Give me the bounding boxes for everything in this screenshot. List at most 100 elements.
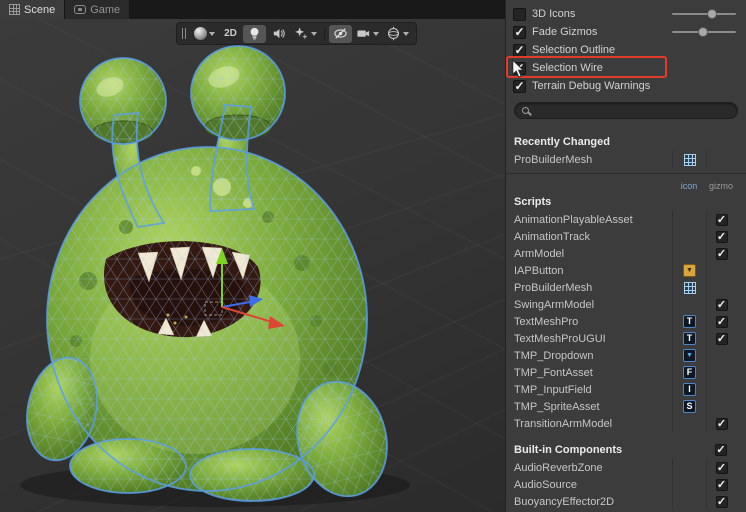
tmp-sprite-icon[interactable]: S: [683, 400, 696, 413]
row-label: BuoyancyEffector2D: [514, 495, 615, 508]
row-textmeshpro[interactable]: TextMeshPro T: [506, 313, 746, 330]
row-buoyancyeffector2d[interactable]: BuoyancyEffector2D: [506, 493, 746, 510]
probuilder-grid-icon[interactable]: [683, 281, 696, 294]
row-textmeshprougui[interactable]: TextMeshProUGUI T: [506, 330, 746, 347]
camera-menu-button[interactable]: [353, 25, 382, 43]
tab-scene[interactable]: Scene: [0, 0, 66, 19]
2d-toggle-button[interactable]: 2D: [219, 25, 242, 43]
row-transitionarmmodel[interactable]: TransitionArmModel: [506, 415, 746, 432]
gizmo-checkbox[interactable]: [715, 495, 728, 508]
scene-grid-icon: [9, 4, 20, 15]
iap-button-icon[interactable]: ▼: [683, 264, 696, 277]
3d-icons-size-slider[interactable]: [672, 9, 736, 19]
fade-gizmos-slider[interactable]: [672, 27, 736, 37]
scene-viewport[interactable]: 2D: [0, 19, 505, 512]
column-headers: icon gizmo: [506, 179, 746, 192]
row-label: TMP_InputField: [514, 383, 592, 396]
checkbox-fade-gizmos[interactable]: [513, 25, 526, 39]
overlay-drag-handle[interactable]: [182, 28, 186, 39]
row-audioreverbzone[interactable]: AudioReverbZone: [506, 459, 746, 476]
scene-render: [0, 19, 505, 512]
row-label: AudioReverbZone: [514, 461, 603, 474]
icon-cell: [672, 415, 706, 432]
icon-cell: [672, 211, 706, 228]
gizmo-checkbox[interactable]: [715, 298, 728, 311]
row-probuildermesh[interactable]: ProBuilderMesh: [506, 279, 746, 296]
gizmo-checkbox[interactable]: [715, 230, 728, 243]
effects-menu-button[interactable]: [291, 25, 320, 43]
row-label: TextMeshPro: [514, 315, 579, 328]
toggle-row-3d-icons[interactable]: 3D Icons: [506, 5, 746, 23]
row-label: AnimationPlayableAsset: [514, 213, 633, 226]
builtin-gizmo-checkbox[interactable]: [715, 443, 727, 456]
speaker-icon: [273, 28, 285, 39]
toggle-row-fade-gizmos[interactable]: Fade Gizmos: [506, 23, 746, 41]
gizmo-cell: [706, 279, 736, 296]
gizmo-checkbox[interactable]: [715, 213, 728, 226]
camera-icon: [357, 30, 370, 37]
draw-mode-button[interactable]: [191, 25, 218, 43]
gizmo-cell: [706, 398, 736, 415]
search-bar: [514, 102, 738, 119]
icon-cell: [672, 228, 706, 245]
slider-thumb[interactable]: [697, 27, 708, 37]
gizmo-cell: [706, 364, 736, 381]
section-title: Built-in Components: [514, 443, 623, 456]
gizmo-cell: [706, 381, 736, 398]
checkbox-selection-outline[interactable]: [513, 43, 526, 57]
checkbox-terrain-debug-warnings[interactable]: [513, 79, 526, 93]
row-tmp-fontasset[interactable]: TMP_FontAsset F: [506, 364, 746, 381]
globe-crosshair-icon: [388, 26, 399, 41]
textmeshpro-icon[interactable]: T: [683, 315, 696, 328]
selection-wireframe: [17, 46, 399, 506]
row-armmodel[interactable]: ArmModel: [506, 245, 746, 262]
checkbox-3d-icons[interactable]: [513, 7, 526, 21]
gizmo-checkbox[interactable]: [715, 417, 728, 430]
2d-label: 2D: [224, 28, 237, 39]
toggle-row-selection-wire[interactable]: Selection Wire: [506, 59, 746, 77]
toggle-label: Terrain Debug Warnings: [532, 80, 651, 92]
tab-game[interactable]: Game: [65, 0, 131, 19]
scene-visibility-toggle-button[interactable]: [329, 24, 352, 43]
icon-cell: [672, 459, 706, 476]
row-label: ProBuilderMesh: [514, 281, 593, 294]
gizmo-checkbox[interactable]: [715, 247, 728, 260]
slider-thumb[interactable]: [706, 9, 717, 19]
section-title: Scripts: [514, 195, 552, 208]
gizmo-checkbox[interactable]: [715, 332, 728, 345]
row-tmp-spriteasset[interactable]: TMP_SpriteAsset S: [506, 398, 746, 415]
gizmo-checkbox[interactable]: [715, 315, 728, 328]
gizmo-checkbox[interactable]: [715, 478, 728, 491]
checkbox-selection-wire[interactable]: [513, 61, 526, 75]
audio-toggle-button[interactable]: [267, 25, 290, 43]
toggle-row-selection-outline[interactable]: Selection Outline: [506, 41, 746, 59]
gizmo-cell: [706, 347, 736, 364]
row-audiosource[interactable]: AudioSource: [506, 476, 746, 493]
row-recent-probuildermesh[interactable]: ProBuilderMesh: [506, 151, 746, 168]
row-animationtrack[interactable]: AnimationTrack: [506, 228, 746, 245]
gizmo-checkbox[interactable]: [715, 461, 728, 474]
probuilder-grid-icon[interactable]: [683, 153, 696, 166]
tmp-dropdown-icon[interactable]: ▼: [683, 349, 696, 362]
lighting-toggle-button[interactable]: [243, 24, 266, 43]
row-iapbutton[interactable]: IAPButton ▼: [506, 262, 746, 279]
row-tmp-dropdown[interactable]: TMP_Dropdown ▼: [506, 347, 746, 364]
row-label: TransitionArmModel: [514, 417, 613, 430]
section-divider: [506, 173, 746, 174]
toggle-label: Selection Wire: [532, 62, 603, 74]
tmp-font-icon[interactable]: F: [683, 366, 696, 379]
gizmos-search-input[interactable]: [535, 103, 737, 118]
textmeshpro-icon[interactable]: T: [683, 332, 696, 345]
row-swingarmmodel[interactable]: SwingArmModel: [506, 296, 746, 313]
icon-column-header: icon: [680, 180, 698, 191]
gizmos-overlay-menu-button[interactable]: [383, 25, 412, 43]
toggle-row-terrain-debug-warnings[interactable]: Terrain Debug Warnings: [506, 77, 746, 95]
row-label: TMP_Dropdown: [514, 349, 594, 362]
row-tmp-inputfield[interactable]: TMP_InputField I: [506, 381, 746, 398]
tmp-input-icon[interactable]: I: [683, 383, 696, 396]
row-label: TMP_FontAsset: [514, 366, 593, 379]
row-label: TextMeshProUGUI: [514, 332, 606, 345]
row-label: IAPButton: [514, 264, 564, 277]
row-animationplayableasset[interactable]: AnimationPlayableAsset: [506, 211, 746, 228]
monster-model[interactable]: [17, 45, 400, 507]
